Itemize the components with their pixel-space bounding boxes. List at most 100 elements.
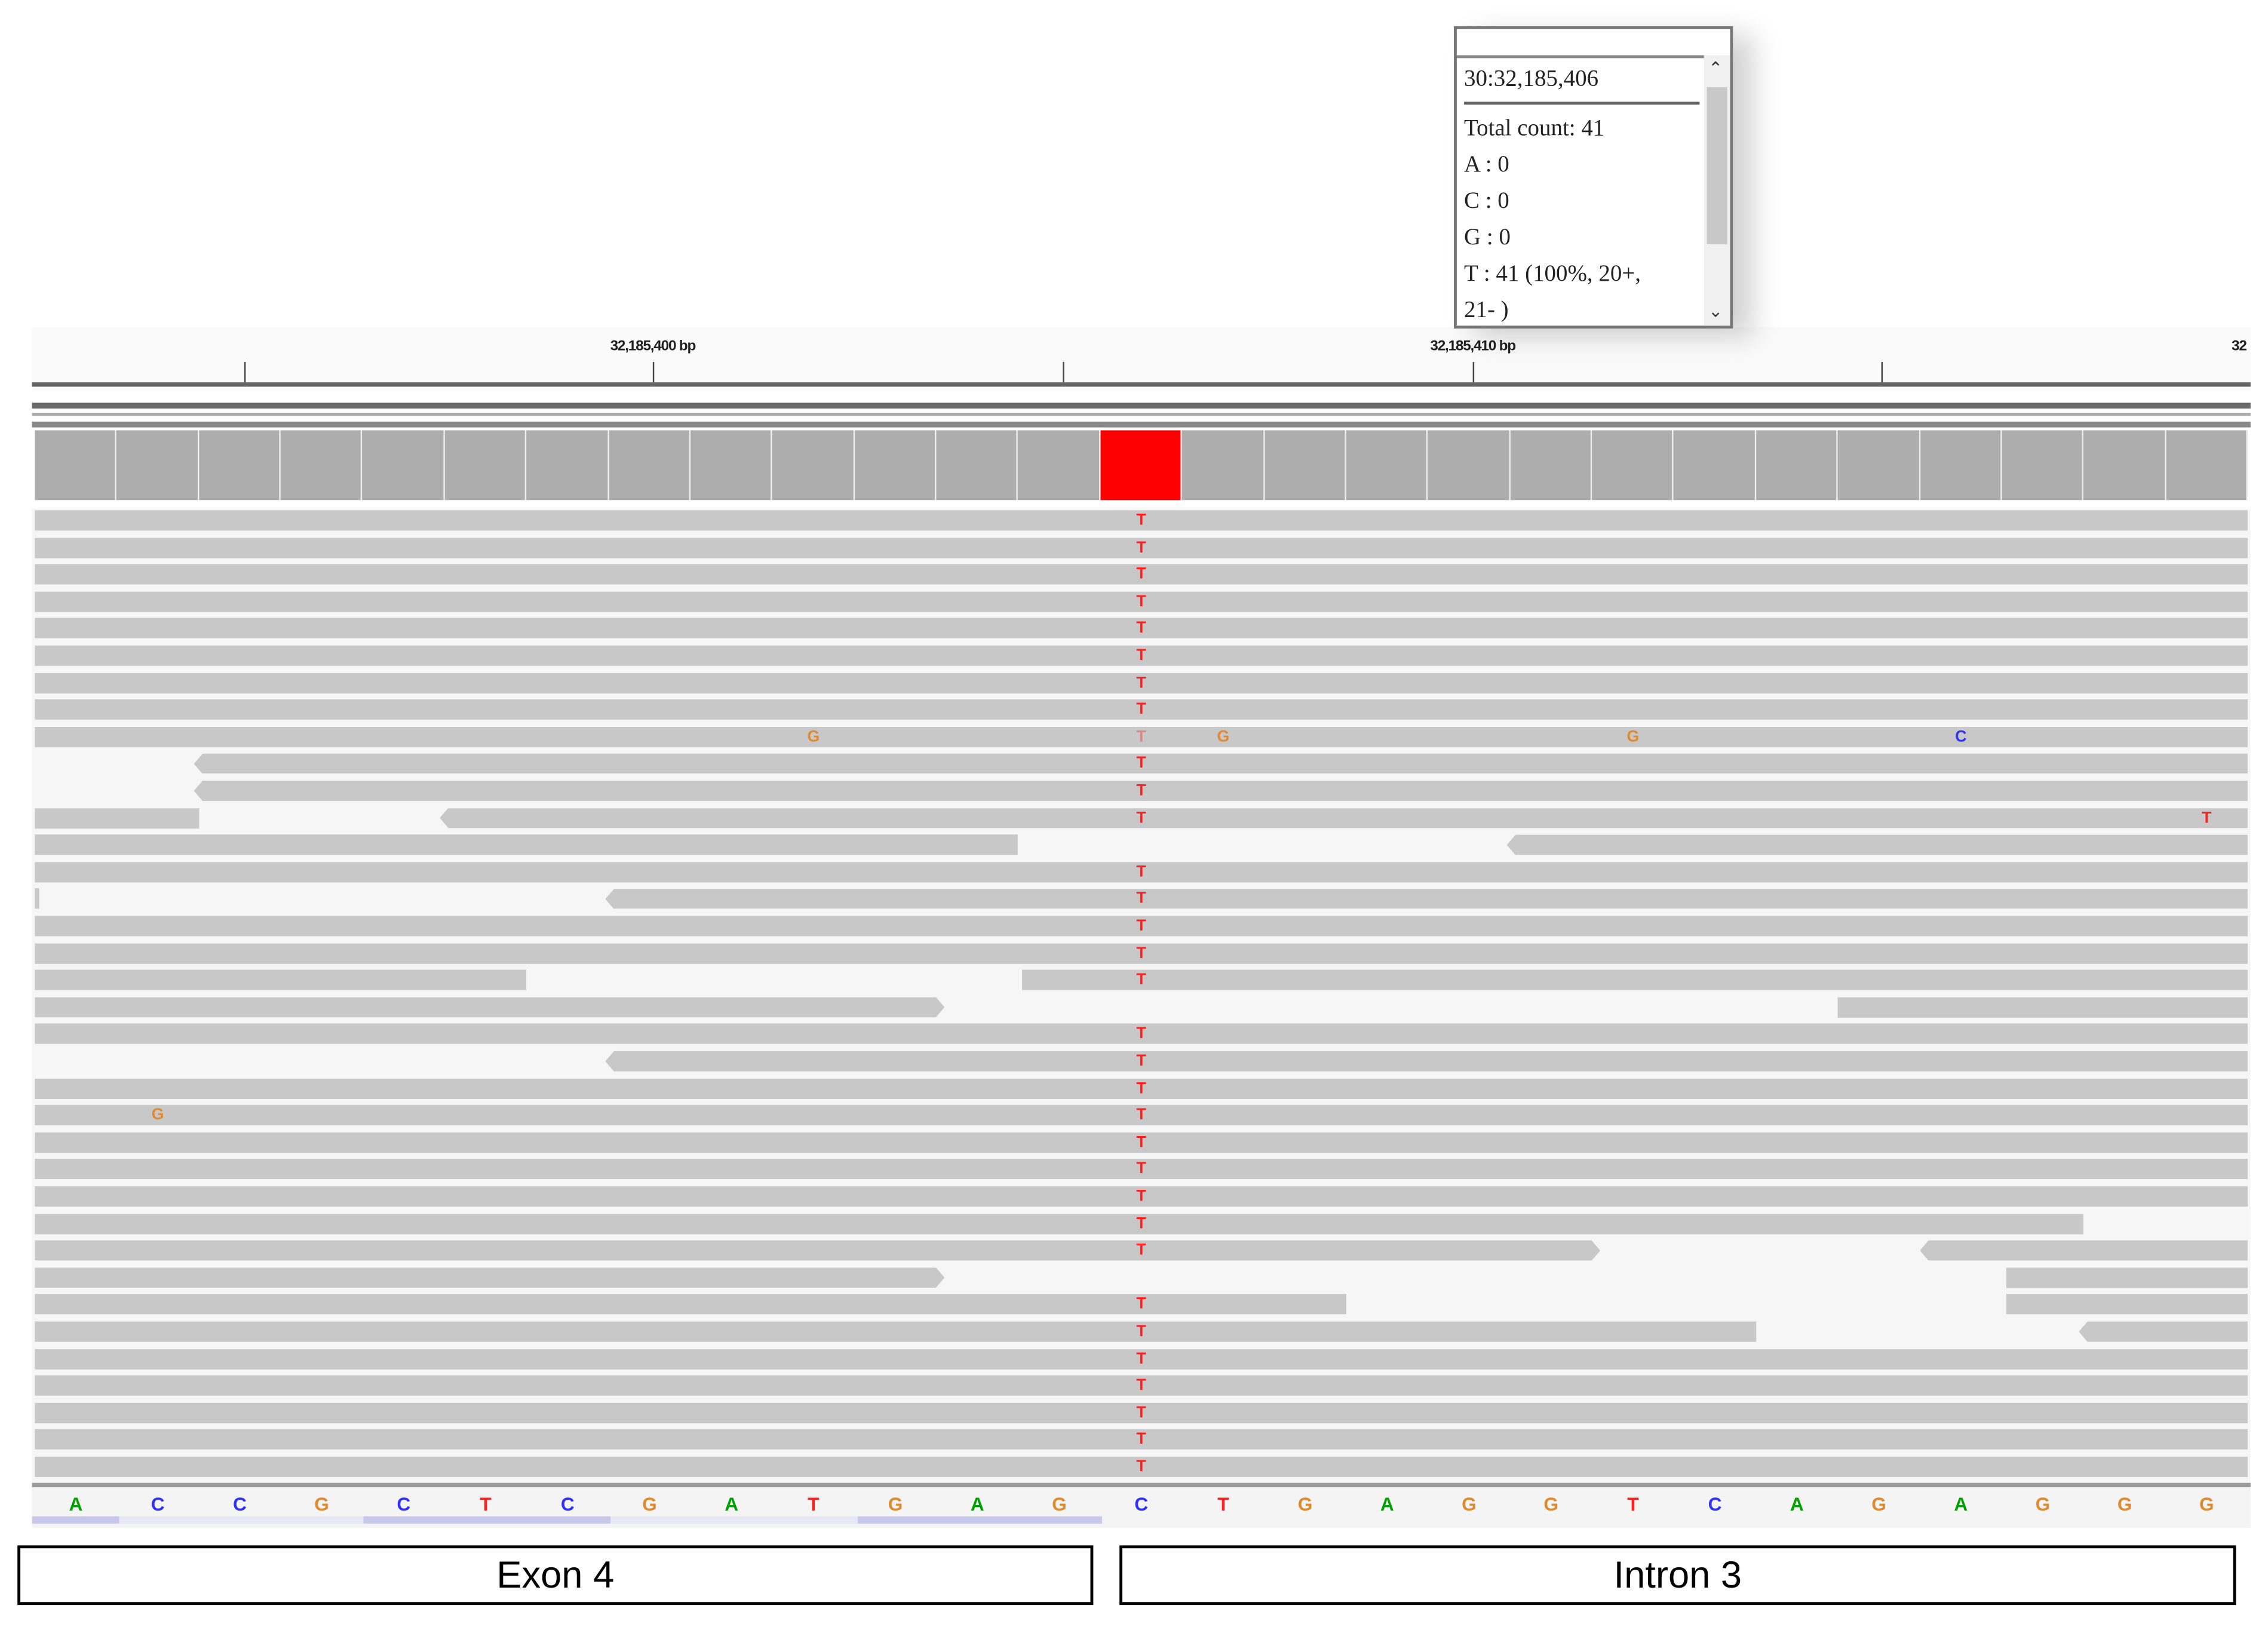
coverage-bar[interactable]	[1018, 430, 1101, 501]
coverage-bar[interactable]	[363, 430, 445, 501]
read[interactable]	[1506, 834, 2248, 855]
read[interactable]	[1920, 1240, 2248, 1261]
reference-base: T	[480, 1493, 492, 1515]
mismatch-base: T	[1136, 1431, 1146, 1449]
popup-total-count: Total count: 41	[1464, 116, 1605, 142]
reference-base: C	[1708, 1493, 1722, 1515]
coverage-bar[interactable]	[1346, 430, 1428, 501]
reference-base: T	[808, 1493, 820, 1515]
coverage-bar[interactable]	[35, 430, 117, 501]
mismatch-base: T	[1136, 1296, 1146, 1313]
mismatch-base: T	[1136, 971, 1146, 989]
scroll-up-icon[interactable]: ⌃	[1708, 58, 1723, 80]
coverage-bar[interactable]	[281, 430, 363, 501]
reference-base: A	[1954, 1493, 1968, 1515]
gene-annotation-bar	[610, 1516, 858, 1524]
read[interactable]	[35, 834, 1018, 855]
reference-base: A	[725, 1493, 739, 1515]
read[interactable]	[1837, 997, 2248, 1018]
ruler-track[interactable]: 32,185,400 bp 32,185,410 bp 32	[32, 327, 2251, 391]
read[interactable]	[35, 969, 527, 991]
mismatch-base: T	[1136, 782, 1146, 800]
popup-count-a: A : 0	[1464, 152, 1509, 177]
coverage-bar[interactable]	[1674, 430, 1756, 501]
coverage-bar[interactable]	[1264, 430, 1346, 501]
read[interactable]	[35, 1267, 944, 1288]
ruler-axis-line	[32, 382, 2251, 387]
coverage-bar[interactable]	[854, 430, 937, 501]
read[interactable]	[605, 1051, 2248, 1072]
base-info-popup[interactable]: 30:32,185,406 Total count: 41 A : 0 C : …	[1454, 26, 1733, 329]
read[interactable]	[35, 1213, 2084, 1234]
read[interactable]	[2006, 1294, 2248, 1315]
read[interactable]	[35, 1241, 1600, 1261]
coverage-bar[interactable]	[2002, 430, 2084, 501]
mismatch-base: T	[1136, 647, 1146, 665]
read[interactable]	[440, 808, 2248, 828]
coverage-bar[interactable]	[772, 430, 855, 501]
gene-annotation-bar	[32, 1516, 119, 1524]
reference-base: A	[970, 1493, 984, 1515]
reference-base: T	[1627, 1493, 1639, 1515]
reference-base: C	[1134, 1493, 1149, 1515]
scroll-down-icon[interactable]: ⌄	[1708, 301, 1723, 323]
coverage-bar[interactable]	[1837, 430, 1920, 501]
coverage-track[interactable]	[35, 430, 2248, 503]
read[interactable]	[2006, 1267, 2248, 1288]
read[interactable]	[35, 1294, 1346, 1315]
coverage-bar[interactable]	[116, 430, 199, 501]
coverage-bar[interactable]	[690, 430, 773, 501]
mismatch-base: T	[1136, 1025, 1146, 1043]
gene-annotation-bar	[119, 1516, 364, 1524]
divider	[32, 421, 2251, 428]
mismatch-base: T	[1136, 863, 1146, 881]
read[interactable]	[194, 781, 2248, 802]
read[interactable]	[35, 808, 199, 828]
coverage-bar[interactable]	[444, 430, 527, 501]
mismatch-base: T	[1136, 944, 1146, 962]
read[interactable]	[35, 889, 39, 910]
coverage-bar[interactable]	[1592, 430, 1674, 501]
read[interactable]	[35, 1321, 1756, 1342]
coverage-bar[interactable]	[2165, 430, 2248, 501]
read[interactable]	[1021, 969, 2248, 991]
mismatch-base: T	[1136, 1458, 1146, 1476]
coverage-bar[interactable]	[608, 430, 690, 501]
exon-4-label-box: Exon 4	[17, 1545, 1094, 1606]
divider	[32, 413, 2251, 416]
coverage-bar[interactable]	[1182, 430, 1265, 501]
mismatch-base: T	[1136, 1322, 1146, 1341]
popup-position: 30:32,185,406	[1464, 61, 1700, 105]
alignment-reads-track[interactable]: TTTTTTTTGTGGCTTTTTTTTTTTTGTTTTTTTTTTTTT	[32, 508, 2251, 1483]
popup-count-g: G : 0	[1464, 225, 1511, 250]
mismatch-base: T	[1136, 1161, 1146, 1178]
coverage-bar[interactable]	[936, 430, 1018, 501]
coverage-bar[interactable]	[1428, 430, 1511, 501]
mismatch-base: T	[1136, 809, 1146, 827]
read[interactable]	[2079, 1321, 2248, 1342]
gene-annotation-bar	[363, 1516, 611, 1524]
coverage-bar[interactable]	[526, 430, 609, 501]
mismatch-base: T	[1136, 1404, 1146, 1422]
coverage-bar[interactable]	[1510, 430, 1592, 501]
coverage-bar[interactable]	[1920, 430, 2002, 501]
mismatch-base: T	[1136, 1214, 1146, 1233]
coverage-bar[interactable]	[1756, 430, 1838, 501]
reference-base: G	[2199, 1493, 2214, 1515]
scrollbar-thumb[interactable]	[1707, 87, 1727, 244]
coverage-bar[interactable]	[2083, 430, 2166, 501]
coverage-bar-variant[interactable]	[1100, 430, 1183, 501]
read[interactable]	[35, 997, 944, 1017]
reference-base: T	[1217, 1493, 1229, 1515]
read[interactable]	[194, 753, 2248, 774]
popup-scrollbar[interactable]: ⌃ ⌄	[1704, 55, 1730, 326]
mismatch-base: T	[1136, 566, 1146, 584]
mismatch-base: T	[1136, 727, 1146, 746]
coverage-bar[interactable]	[198, 430, 281, 501]
reference-base: A	[1790, 1493, 1804, 1515]
popup-title-bar[interactable]	[1456, 29, 1730, 59]
reference-base: G	[1297, 1493, 1313, 1515]
ruler-label: 32,185,400 bp	[610, 339, 696, 355]
read[interactable]	[605, 889, 2248, 910]
popup-count-t-cont: 21- )	[1464, 297, 1509, 323]
